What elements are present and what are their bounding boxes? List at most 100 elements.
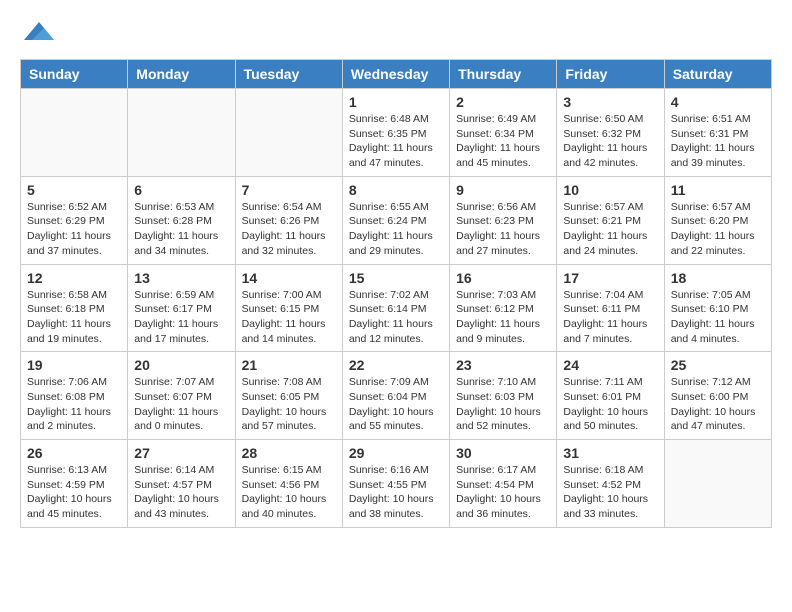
day-number: 22: [349, 357, 443, 373]
calendar-day-cell: 18 Sunrise: 7:05 AM Sunset: 6:10 PM Dayli…: [664, 264, 771, 352]
calendar-day-cell: [664, 440, 771, 528]
calendar-day-cell: 13 Sunrise: 6:59 AM Sunset: 6:17 PM Dayli…: [128, 264, 235, 352]
calendar-day-cell: 10 Sunrise: 6:57 AM Sunset: 6:21 PM Dayli…: [557, 176, 664, 264]
day-info: Sunrise: 6:17 AM Sunset: 4:54 PM Dayligh…: [456, 463, 550, 522]
day-info: Sunrise: 6:48 AM Sunset: 6:35 PM Dayligh…: [349, 112, 443, 171]
day-info: Sunrise: 7:06 AM Sunset: 6:08 PM Dayligh…: [27, 375, 121, 434]
calendar-day-cell: [21, 89, 128, 177]
day-number: 15: [349, 270, 443, 286]
calendar-header-saturday: Saturday: [664, 60, 771, 89]
day-info: Sunrise: 7:07 AM Sunset: 6:07 PM Dayligh…: [134, 375, 228, 434]
calendar-day-cell: 24 Sunrise: 7:11 AM Sunset: 6:01 PM Dayli…: [557, 352, 664, 440]
day-info: Sunrise: 6:18 AM Sunset: 4:52 PM Dayligh…: [563, 463, 657, 522]
calendar-day-cell: 4 Sunrise: 6:51 AM Sunset: 6:31 PM Daylig…: [664, 89, 771, 177]
calendar-day-cell: 5 Sunrise: 6:52 AM Sunset: 6:29 PM Daylig…: [21, 176, 128, 264]
calendar-day-cell: 16 Sunrise: 7:03 AM Sunset: 6:12 PM Dayli…: [450, 264, 557, 352]
day-info: Sunrise: 6:51 AM Sunset: 6:31 PM Dayligh…: [671, 112, 765, 171]
day-number: 7: [242, 182, 336, 198]
calendar-day-cell: 17 Sunrise: 7:04 AM Sunset: 6:11 PM Dayli…: [557, 264, 664, 352]
day-info: Sunrise: 7:05 AM Sunset: 6:10 PM Dayligh…: [671, 288, 765, 347]
calendar-day-cell: 26 Sunrise: 6:13 AM Sunset: 4:59 PM Dayli…: [21, 440, 128, 528]
calendar-day-cell: 21Sunrise: 7:08 AM Sunset: 6:05 PM Dayli…: [235, 352, 342, 440]
day-number: 26: [27, 445, 121, 461]
day-number: 14: [242, 270, 336, 286]
day-number: 18: [671, 270, 765, 286]
calendar-day-cell: [235, 89, 342, 177]
calendar-day-cell: 28 Sunrise: 6:15 AM Sunset: 4:56 PM Dayli…: [235, 440, 342, 528]
day-number: 20: [134, 357, 228, 373]
calendar-day-cell: 14 Sunrise: 7:00 AM Sunset: 6:15 PM Dayli…: [235, 264, 342, 352]
day-number: 31: [563, 445, 657, 461]
day-info: Sunrise: 6:14 AM Sunset: 4:57 PM Dayligh…: [134, 463, 228, 522]
calendar-day-cell: 15Sunrise: 7:02 AM Sunset: 6:14 PM Dayli…: [342, 264, 449, 352]
day-info: Sunrise: 6:53 AM Sunset: 6:28 PM Dayligh…: [134, 200, 228, 259]
calendar-week-row: 5 Sunrise: 6:52 AM Sunset: 6:29 PM Daylig…: [21, 176, 772, 264]
day-info: Sunrise: 6:52 AM Sunset: 6:29 PM Dayligh…: [27, 200, 121, 259]
day-number: 28: [242, 445, 336, 461]
day-info: Sunrise: 6:57 AM Sunset: 6:21 PM Dayligh…: [563, 200, 657, 259]
calendar-day-cell: 1 Sunrise: 6:48 AM Sunset: 6:35 PM Daylig…: [342, 89, 449, 177]
calendar-day-cell: 11Sunrise: 6:57 AM Sunset: 6:20 PM Dayli…: [664, 176, 771, 264]
calendar-header-thursday: Thursday: [450, 60, 557, 89]
calendar-day-cell: 7 Sunrise: 6:54 AM Sunset: 6:26 PM Daylig…: [235, 176, 342, 264]
day-number: 16: [456, 270, 550, 286]
day-info: Sunrise: 6:56 AM Sunset: 6:23 PM Dayligh…: [456, 200, 550, 259]
calendar-header-sunday: Sunday: [21, 60, 128, 89]
calendar-day-cell: 9 Sunrise: 6:56 AM Sunset: 6:23 PM Daylig…: [450, 176, 557, 264]
day-info: Sunrise: 7:12 AM Sunset: 6:00 PM Dayligh…: [671, 375, 765, 434]
calendar-header-wednesday: Wednesday: [342, 60, 449, 89]
calendar-day-cell: 8Sunrise: 6:55 AM Sunset: 6:24 PM Daylig…: [342, 176, 449, 264]
day-number: 11: [671, 182, 765, 198]
day-number: 12: [27, 270, 121, 286]
day-number: 21: [242, 357, 336, 373]
day-number: 29: [349, 445, 443, 461]
calendar-day-cell: 22Sunrise: 7:09 AM Sunset: 6:04 PM Dayli…: [342, 352, 449, 440]
calendar-day-cell: 27 Sunrise: 6:14 AM Sunset: 4:57 PM Dayli…: [128, 440, 235, 528]
calendar-table: SundayMondayTuesdayWednesdayThursdayFrid…: [20, 59, 772, 528]
calendar-header-friday: Friday: [557, 60, 664, 89]
day-number: 30: [456, 445, 550, 461]
day-info: Sunrise: 7:04 AM Sunset: 6:11 PM Dayligh…: [563, 288, 657, 347]
day-info: Sunrise: 7:11 AM Sunset: 6:01 PM Dayligh…: [563, 375, 657, 434]
day-number: 17: [563, 270, 657, 286]
calendar-day-cell: 25Sunrise: 7:12 AM Sunset: 6:00 PM Dayli…: [664, 352, 771, 440]
day-info: Sunrise: 7:03 AM Sunset: 6:12 PM Dayligh…: [456, 288, 550, 347]
calendar-day-cell: 2 Sunrise: 6:49 AM Sunset: 6:34 PM Daylig…: [450, 89, 557, 177]
calendar-week-row: 19 Sunrise: 7:06 AM Sunset: 6:08 PM Dayli…: [21, 352, 772, 440]
day-info: Sunrise: 6:58 AM Sunset: 6:18 PM Dayligh…: [27, 288, 121, 347]
calendar-day-cell: 12 Sunrise: 6:58 AM Sunset: 6:18 PM Dayli…: [21, 264, 128, 352]
day-info: Sunrise: 6:49 AM Sunset: 6:34 PM Dayligh…: [456, 112, 550, 171]
calendar-day-cell: 3 Sunrise: 6:50 AM Sunset: 6:32 PM Daylig…: [557, 89, 664, 177]
day-info: Sunrise: 7:10 AM Sunset: 6:03 PM Dayligh…: [456, 375, 550, 434]
day-number: 5: [27, 182, 121, 198]
calendar-day-cell: 30 Sunrise: 6:17 AM Sunset: 4:54 PM Dayli…: [450, 440, 557, 528]
calendar-week-row: 12 Sunrise: 6:58 AM Sunset: 6:18 PM Dayli…: [21, 264, 772, 352]
page-header: [20, 20, 772, 44]
day-number: 27: [134, 445, 228, 461]
calendar-header-row: SundayMondayTuesdayWednesdayThursdayFrid…: [21, 60, 772, 89]
calendar-day-cell: 20 Sunrise: 7:07 AM Sunset: 6:07 PM Dayli…: [128, 352, 235, 440]
day-number: 9: [456, 182, 550, 198]
day-number: 24: [563, 357, 657, 373]
day-number: 10: [563, 182, 657, 198]
calendar-header-tuesday: Tuesday: [235, 60, 342, 89]
logo: [20, 20, 54, 44]
day-info: Sunrise: 6:59 AM Sunset: 6:17 PM Dayligh…: [134, 288, 228, 347]
calendar-header-monday: Monday: [128, 60, 235, 89]
calendar-day-cell: 19 Sunrise: 7:06 AM Sunset: 6:08 PM Dayli…: [21, 352, 128, 440]
day-info: Sunrise: 6:50 AM Sunset: 6:32 PM Dayligh…: [563, 112, 657, 171]
day-info: Sunrise: 6:55 AM Sunset: 6:24 PM Dayligh…: [349, 200, 443, 259]
day-number: 1: [349, 94, 443, 110]
calendar-day-cell: 23Sunrise: 7:10 AM Sunset: 6:03 PM Dayli…: [450, 352, 557, 440]
day-info: Sunrise: 6:13 AM Sunset: 4:59 PM Dayligh…: [27, 463, 121, 522]
day-info: Sunrise: 7:00 AM Sunset: 6:15 PM Dayligh…: [242, 288, 336, 347]
day-number: 13: [134, 270, 228, 286]
day-number: 19: [27, 357, 121, 373]
logo-icon: [24, 20, 54, 44]
calendar-day-cell: 6Sunrise: 6:53 AM Sunset: 6:28 PM Daylig…: [128, 176, 235, 264]
day-number: 4: [671, 94, 765, 110]
day-number: 3: [563, 94, 657, 110]
day-number: 2: [456, 94, 550, 110]
day-info: Sunrise: 6:15 AM Sunset: 4:56 PM Dayligh…: [242, 463, 336, 522]
day-info: Sunrise: 6:54 AM Sunset: 6:26 PM Dayligh…: [242, 200, 336, 259]
